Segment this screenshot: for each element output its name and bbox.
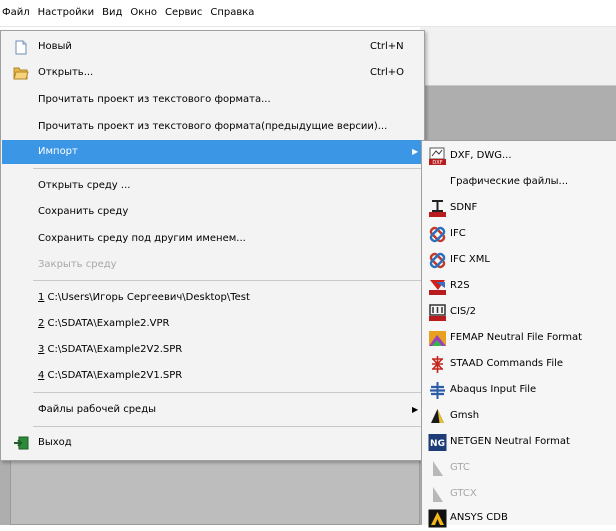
submenu-item-label: NETGEN Neutral Format <box>450 436 570 447</box>
menu-item-save-env-as[interactable]: Сохранить среду под другим именем... <box>2 227 423 251</box>
svg-text:DXF: DXF <box>432 160 442 166</box>
gtc-icon <box>428 459 447 478</box>
submenu-item-label: IFC <box>450 228 466 239</box>
submenu-item-cis2[interactable]: CIS/2 <box>422 299 616 325</box>
menu-help[interactable]: Справка <box>206 0 258 26</box>
open-folder-icon <box>13 65 29 81</box>
submenu-arrow-icon: ▶ <box>412 147 419 156</box>
menu-item-label: Открыть среду ... <box>38 180 131 191</box>
submenu-item-gmsh[interactable]: Gmsh <box>422 403 616 429</box>
submenu-item-gtcx: GTCX <box>422 481 616 507</box>
toolbar-area <box>420 27 616 86</box>
import-submenu: DXF DXF, DWG... Графические файлы... SDN… <box>421 140 616 528</box>
menu-item-label: Открыть... <box>38 67 94 78</box>
abaqus-icon <box>428 381 447 400</box>
menu-item-label: 1 C:\Users\Игорь Сергеевич\Desktop\Test <box>38 292 250 303</box>
submenu-item-ansys[interactable]: ANSYS CDB <box>422 505 616 531</box>
shortcut-label: Ctrl+N <box>370 41 404 52</box>
menu-separator <box>33 392 421 393</box>
ifc-icon <box>428 225 447 244</box>
submenu-item-label: SDNF <box>450 202 478 213</box>
menu-item-label: 4 C:\SDATA\Example2V1.SPR <box>38 370 183 381</box>
menu-separator <box>33 426 421 427</box>
menu-view[interactable]: Вид <box>98 0 126 26</box>
submenu-item-femap[interactable]: FEMAP Neutral File Format <box>422 325 616 351</box>
menu-item-label: Прочитать проект из текстового формата..… <box>38 94 271 105</box>
menu-separator <box>33 168 421 169</box>
menu-item-recent-4[interactable]: 4 C:\SDATA\Example2V1.SPR <box>2 364 423 388</box>
submenu-item-r2s[interactable]: R2S <box>422 273 616 299</box>
menu-bar: Файл Настройки Вид Окно Сервис Справка <box>0 0 616 27</box>
ansys-icon <box>428 509 447 528</box>
menu-settings[interactable]: Настройки <box>34 0 98 26</box>
menu-item-recent-3[interactable]: 3 C:\SDATA\Example2V2.SPR <box>2 338 423 362</box>
menu-item-label: Сохранить среду под другим именем... <box>38 233 246 244</box>
menu-item-recent-2[interactable]: 2 C:\SDATA\Example2.VPR <box>2 312 423 336</box>
menu-item-read-text-old[interactable]: Прочитать проект из текстового формата(п… <box>2 115 423 139</box>
exit-icon <box>13 435 29 451</box>
submenu-arrow-icon: ▶ <box>412 405 419 414</box>
submenu-item-netgen[interactable]: NG NETGEN Neutral Format <box>422 429 616 455</box>
menu-item-new[interactable]: Новый Ctrl+N <box>2 35 423 59</box>
submenu-item-label: DXF, DWG... <box>450 150 512 161</box>
submenu-item-label: R2S <box>450 280 470 291</box>
menu-separator <box>33 280 421 281</box>
submenu-item-label: GTC <box>450 462 470 473</box>
menu-window[interactable]: Окно <box>126 0 161 26</box>
submenu-item-gtc: GTC <box>422 455 616 481</box>
menu-item-import[interactable]: Импорт ▶ <box>2 140 423 164</box>
submenu-item-label: IFC XML <box>450 254 490 265</box>
r2s-icon <box>428 277 447 296</box>
new-file-icon <box>13 39 29 55</box>
submenu-item-abaqus[interactable]: Abaqus Input File <box>422 377 616 403</box>
staad-icon <box>428 355 447 374</box>
sdnf-icon <box>428 199 447 218</box>
femap-icon <box>428 329 447 348</box>
submenu-item-label: GTCX <box>450 488 477 499</box>
menu-item-label: 3 C:\SDATA\Example2V2.SPR <box>38 344 183 355</box>
menu-item-label: Импорт <box>38 146 78 157</box>
menu-item-exit[interactable]: Выход <box>2 431 423 455</box>
submenu-item-ifc-xml[interactable]: IFC XML <box>422 247 616 273</box>
menu-item-label: Сохранить среду <box>38 206 129 217</box>
submenu-item-label: STAAD Commands File <box>450 358 564 369</box>
submenu-item-sdnf[interactable]: SDNF <box>422 195 616 221</box>
menu-item-label: Закрыть среду <box>38 259 117 270</box>
submenu-item-label: Gmsh <box>450 410 480 421</box>
menu-item-open[interactable]: Открыть... Ctrl+O <box>2 61 423 85</box>
menu-item-label: Новый <box>38 41 72 52</box>
cis2-icon <box>428 303 447 322</box>
gtcx-icon <box>428 485 447 504</box>
submenu-item-label: Графические файлы... <box>450 176 569 187</box>
submenu-item-label: FEMAP Neutral File Format <box>450 332 582 343</box>
submenu-item-staad[interactable]: STAAD Commands File <box>422 351 616 377</box>
menu-item-save-env[interactable]: Сохранить среду <box>2 200 423 224</box>
netgen-icon: NG <box>428 433 447 452</box>
svg-text:NG: NG <box>430 439 445 449</box>
submenu-item-dxf[interactable]: DXF DXF, DWG... <box>422 143 616 169</box>
menu-file[interactable]: Файл <box>0 0 34 26</box>
ifc-xml-icon <box>428 251 447 270</box>
file-menu-dropdown: Новый Ctrl+N Открыть... Ctrl+O Прочитать… <box>0 30 425 461</box>
menu-item-open-env[interactable]: Открыть среду ... <box>2 174 423 198</box>
menu-service[interactable]: Сервис <box>161 0 206 26</box>
menu-item-read-text[interactable]: Прочитать проект из текстового формата..… <box>2 88 423 112</box>
menu-item-label: Файлы рабочей среды <box>38 404 157 415</box>
menu-item-label: Выход <box>38 437 72 448</box>
submenu-item-label: Abaqus Input File <box>450 384 537 395</box>
submenu-item-graphics[interactable]: Графические файлы... <box>422 169 616 195</box>
submenu-item-label: CIS/2 <box>450 306 477 317</box>
menu-item-close-env: Закрыть среду <box>2 253 423 277</box>
submenu-item-ifc[interactable]: IFC <box>422 221 616 247</box>
menu-item-recent-1[interactable]: 1 C:\Users\Игорь Сергеевич\Desktop\Test <box>2 286 423 310</box>
dxf-icon: DXF <box>428 147 447 166</box>
menu-item-label: Прочитать проект из текстового формата(п… <box>38 121 388 132</box>
submenu-item-label: ANSYS CDB <box>450 512 508 523</box>
menu-item-label: 2 C:\SDATA\Example2.VPR <box>38 318 170 329</box>
shortcut-label: Ctrl+O <box>370 67 405 78</box>
gmsh-icon <box>428 407 447 426</box>
menu-item-workspace-files[interactable]: Файлы рабочей среды ▶ <box>2 398 423 422</box>
